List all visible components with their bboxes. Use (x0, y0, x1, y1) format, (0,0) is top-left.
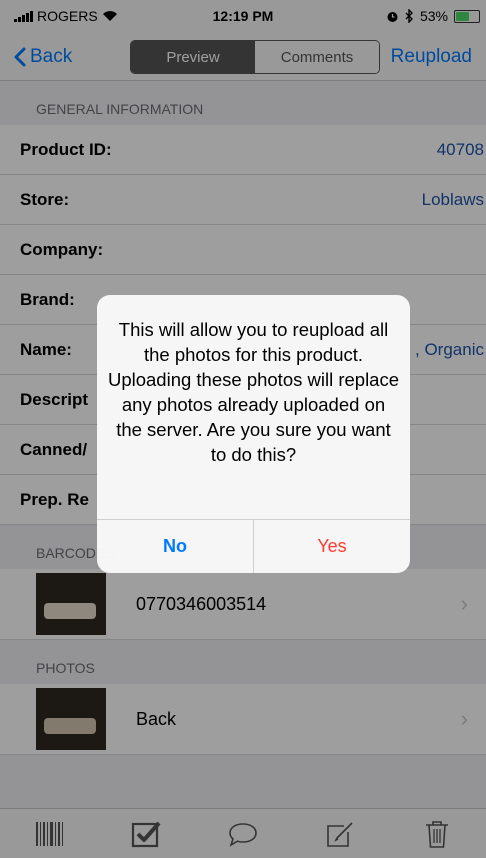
alert-actions: No Yes (97, 519, 410, 573)
alert-yes-button[interactable]: Yes (253, 520, 410, 573)
app-screen: ROGERS 12:19 PM 53% Back Preview Comment… (0, 0, 486, 858)
alert-message: This will allow you to reupload all the … (107, 319, 400, 465)
alert-no-button[interactable]: No (97, 520, 253, 573)
reupload-confirm-alert: This will allow you to reupload all the … (97, 295, 410, 573)
